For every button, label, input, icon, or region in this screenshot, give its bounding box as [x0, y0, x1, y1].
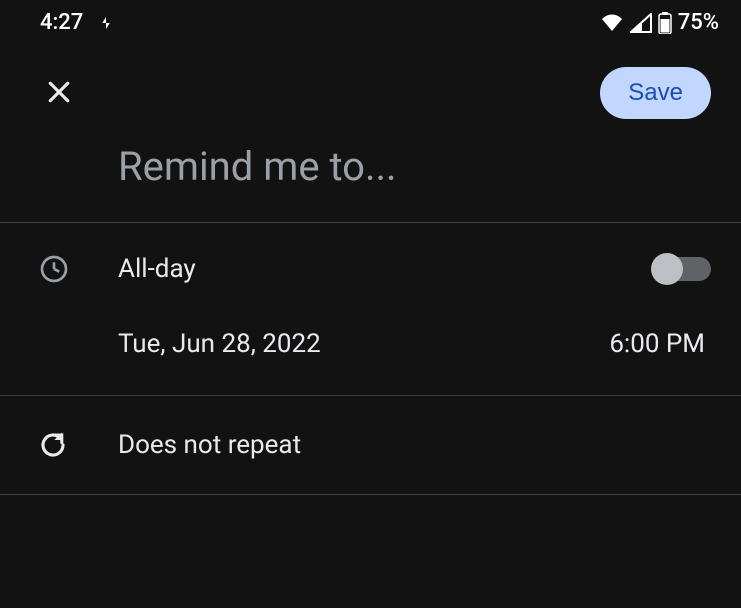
- all-day-content: All-day: [118, 254, 711, 284]
- all-day-row: All-day: [0, 223, 741, 315]
- date-picker[interactable]: Tue, Jun 28, 2022: [118, 329, 321, 359]
- reminder-title-input[interactable]: [118, 143, 711, 190]
- title-section: [0, 137, 741, 222]
- battery-percent: 75%: [678, 10, 719, 35]
- time-picker[interactable]: 6:00 PM: [609, 329, 705, 359]
- battery-icon: [658, 12, 672, 34]
- save-button[interactable]: Save: [600, 67, 711, 119]
- status-bar: 4:27 75%: [0, 0, 741, 43]
- cellular-icon: [630, 13, 652, 33]
- repeat-label: Does not repeat: [118, 430, 301, 460]
- toggle-knob: [651, 253, 683, 285]
- repeat-row[interactable]: Does not repeat: [0, 396, 741, 494]
- status-right: 75%: [600, 10, 719, 35]
- repeat-icon: [38, 430, 118, 460]
- app-bar: Save: [0, 43, 741, 137]
- status-left: 4:27: [40, 10, 115, 35]
- all-day-label: All-day: [118, 254, 196, 284]
- wifi-icon: [600, 13, 624, 33]
- notification-icon: [97, 14, 115, 32]
- datetime-row: Tue, Jun 28, 2022 6:00 PM: [0, 315, 741, 395]
- all-day-toggle[interactable]: [653, 257, 711, 281]
- close-icon: [44, 77, 74, 110]
- divider: [0, 494, 741, 495]
- close-button[interactable]: [38, 71, 80, 116]
- clock-icon: [38, 253, 118, 285]
- status-time: 4:27: [40, 10, 83, 35]
